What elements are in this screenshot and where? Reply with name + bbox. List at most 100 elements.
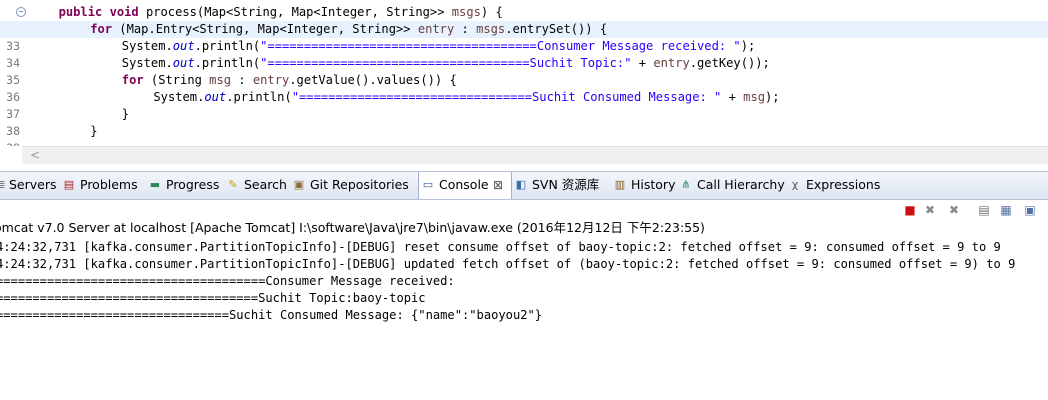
code-token: :	[231, 73, 253, 87]
code-text: System.out.println("====================…	[122, 38, 755, 55]
console-process-description: omcat v7.0 Server at localhost [Apache T…	[0, 220, 705, 235]
code-text: for (Map.Entry<String, Map<Integer, Stri…	[90, 21, 607, 38]
code-token: entry	[252, 73, 290, 87]
code-token: public	[58, 5, 103, 19]
tab-label: Expressions	[806, 177, 881, 192]
view-tab-bar: ≣ Servers ▤ Problems ▬ Progress ✎ Search…	[0, 171, 1048, 200]
svn-repository-icon: ◧	[515, 178, 527, 191]
code-text: }	[90, 123, 97, 140]
code-token: "=====================================Co…	[260, 39, 741, 53]
code-token: msg	[209, 73, 232, 87]
code-line[interactable]: 33 for (Map.Entry<String, Map<Integer, S…	[0, 21, 1048, 53]
console-output-line: 4:24:32,731 [kafka.consumer.PartitionTop…	[0, 240, 1001, 254]
remove-launch-icon[interactable]: ✖	[922, 202, 938, 218]
tab-expressions[interactable]: χ Expressions	[786, 172, 896, 199]
code-text: System.out.println("====================…	[153, 89, 779, 106]
show-console-icon[interactable]: ▣	[1022, 202, 1038, 218]
code-token: out	[172, 56, 195, 70]
code-token: (Map.Entry<String, Map<Integer, String>>	[112, 22, 418, 36]
console-output-line: ================================Suchit C…	[0, 308, 543, 322]
call-hierarchy-icon: ⋔	[681, 178, 691, 191]
progress-icon: ▬	[149, 178, 161, 191]
console-output[interactable]: 4:24:32,731 [kafka.consumer.PartitionTop…	[0, 239, 1048, 400]
console-icon: ▭	[422, 178, 434, 191]
console-output-line: ====================================Such…	[0, 291, 426, 305]
code-editor[interactable]: 32 − public void process(Map<String, Map…	[0, 0, 1048, 146]
tab-label: Servers	[9, 177, 57, 192]
tab-label: Search	[244, 177, 287, 192]
code-token: System.	[153, 90, 205, 104]
code-token: System.	[121, 39, 173, 53]
tab-search[interactable]: ✎ Search	[224, 172, 288, 199]
tab-label: Problems	[80, 177, 138, 192]
code-token: out	[172, 39, 195, 53]
problems-icon: ▤	[63, 178, 75, 191]
code-token: for	[121, 73, 144, 87]
code-token: msgs	[476, 22, 506, 36]
tab-progress[interactable]: ▬ Progress	[146, 172, 222, 199]
tab-servers[interactable]: ≣ Servers	[0, 172, 58, 199]
code-token: entry	[417, 22, 455, 36]
console-output-line: =====================================Con…	[0, 274, 455, 288]
code-token: ) {	[480, 5, 503, 19]
code-text: for (String msg : entry.getValue().value…	[122, 72, 457, 89]
code-token: .getKey());	[689, 56, 770, 70]
scroll-left-arrow-icon[interactable]: <	[30, 148, 40, 162]
tab-label: Git Repositories	[310, 177, 409, 192]
code-line[interactable]: 36 for (String msg : entry.getValue().va…	[0, 72, 1048, 104]
line-number: 39	[0, 140, 20, 146]
remove-all-terminated-icon[interactable]: ✖	[946, 202, 962, 218]
code-token: out	[204, 90, 227, 104]
code-token: +	[721, 90, 744, 104]
tab-history[interactable]: ▥ History	[611, 172, 676, 199]
tab-git[interactable]: ▣ Git Repositories	[290, 172, 416, 199]
tab-label: SVN 资源库	[532, 177, 600, 192]
code-token: entry	[653, 56, 690, 70]
console-output-line: 4:24:32,731 [kafka.consumer.PartitionTop…	[0, 257, 1016, 271]
code-token: msgs	[451, 5, 481, 19]
code-token: msg	[743, 90, 766, 104]
code-line[interactable]: 38 }	[0, 106, 1048, 138]
code-token: (String	[143, 73, 210, 87]
code-token: System.	[121, 56, 173, 70]
tab-console[interactable]: ▭ Console ⊠	[418, 172, 512, 199]
code-token: }	[90, 124, 98, 138]
code-line[interactable]: 37 System.out.println("=================…	[0, 89, 1048, 121]
code-token: .println(	[194, 39, 261, 53]
close-icon[interactable]: ⊠	[493, 172, 503, 198]
expressions-icon: χ	[791, 178, 799, 191]
tab-label: Console	[439, 177, 489, 192]
clear-console-icon[interactable]: ▤	[976, 202, 992, 218]
code-token: );	[765, 90, 780, 104]
code-token: .entrySet()) {	[505, 22, 608, 36]
code-line[interactable]: 32 − public void process(Map<String, Map…	[0, 4, 1048, 36]
code-token: .getValue().values()) {	[289, 73, 457, 87]
tab-callhierarchy[interactable]: ⋔ Call Hierarchy	[677, 172, 785, 199]
code-text: }	[122, 106, 129, 123]
code-line[interactable]: 35 System.out.println("=================…	[0, 55, 1048, 87]
code-token: +	[631, 56, 654, 70]
code-token: process(Map<String, Map<Integer, String>…	[138, 5, 452, 19]
code-line[interactable]: 34 System.out.println("=================…	[0, 38, 1048, 70]
code-token: "================================Suchit …	[291, 90, 722, 104]
git-repositories-icon: ▣	[293, 178, 305, 191]
code-token: .println(	[194, 56, 261, 70]
fold-collapse-icon[interactable]: −	[16, 7, 26, 17]
code-token: );	[740, 39, 756, 53]
tab-svn[interactable]: ◧ SVN 资源库	[512, 172, 610, 199]
editor-horizontal-scrollbar[interactable]: <	[22, 146, 1048, 164]
tab-label: History	[631, 177, 676, 192]
search-flashlight-icon: ✎	[228, 178, 238, 191]
code-token: void	[109, 5, 139, 19]
terminate-icon[interactable]: ■	[902, 202, 918, 218]
code-token: :	[454, 22, 477, 36]
servers-icon: ≣	[0, 178, 6, 191]
tab-problems[interactable]: ▤ Problems	[60, 172, 144, 199]
code-line[interactable]: 39 }	[0, 123, 1048, 146]
code-token: }	[121, 107, 130, 121]
code-token: "====================================Suc…	[260, 56, 632, 70]
code-token: .println(	[226, 90, 292, 104]
code-text: public void process(Map<String, Map<Inte…	[59, 4, 503, 21]
scroll-lock-icon[interactable]: ▦	[998, 202, 1014, 218]
